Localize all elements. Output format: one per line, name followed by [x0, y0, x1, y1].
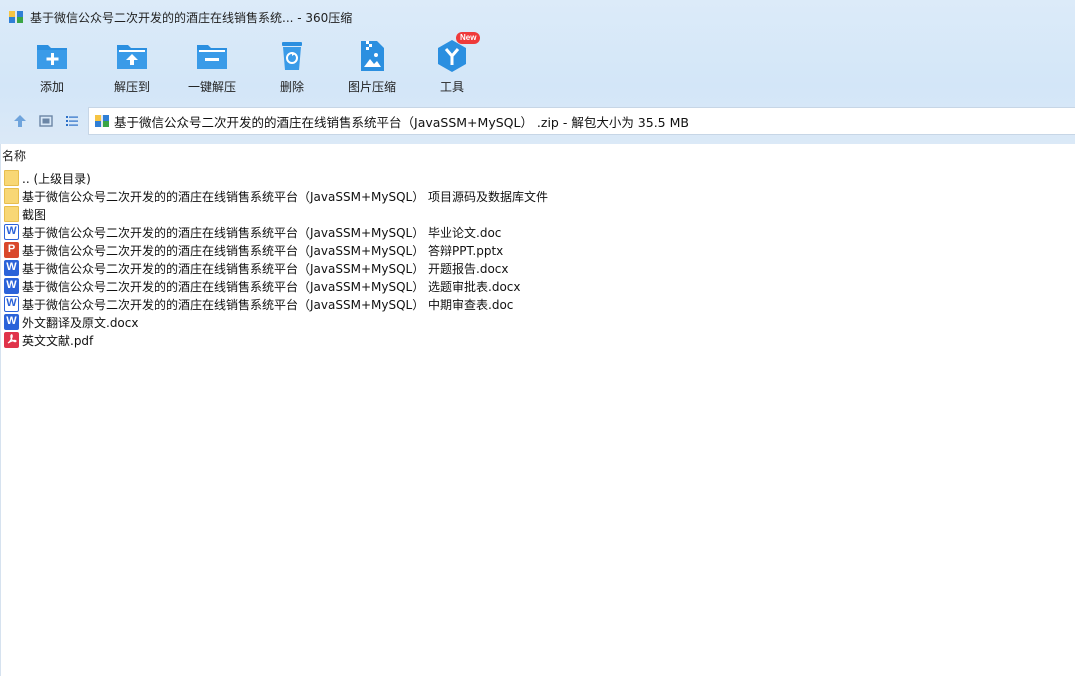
list-item[interactable]: W 基于微信公众号二次开发的的酒庄在线销售系统平台（JavaSSM+MySQL）… [4, 295, 548, 313]
address-bar[interactable]: 基于微信公众号二次开发的的酒庄在线销售系统平台（JavaSSM+MySQL） .… [88, 107, 1075, 135]
title-bar: 基于微信公众号二次开发的的酒庄在线销售系统... - 360压缩 [0, 0, 1075, 34]
add-button[interactable]: 添加 [12, 36, 92, 98]
folder-icon [4, 206, 19, 222]
word-doc-icon: W [4, 224, 19, 240]
one-click-extract-button[interactable]: 一键解压 [172, 36, 252, 98]
folder-add-icon [37, 45, 67, 69]
list-item[interactable]: W 外文翻译及原文.docx [4, 313, 548, 331]
list-item[interactable]: 英文文献.pdf [4, 331, 548, 349]
up-level-button[interactable] [11, 112, 29, 130]
list-item[interactable]: W 基于微信公众号二次开发的的酒庄在线销售系统平台（JavaSSM+MySQL）… [4, 223, 548, 241]
list-item[interactable]: .. (上级目录) [4, 169, 548, 187]
image-compress-icon [361, 41, 384, 71]
list-item[interactable]: P 基于微信公众号二次开发的的酒庄在线销售系统平台（JavaSSM+MySQL）… [4, 241, 548, 259]
word-docx-icon: W [4, 278, 19, 294]
file-name: .. (上级目录) [22, 171, 91, 186]
powerpoint-icon: P [4, 242, 19, 258]
thumbnail-view-button[interactable] [37, 112, 55, 130]
one-click-extract-label: 一键解压 [187, 80, 236, 94]
file-name: 基于微信公众号二次开发的的酒庄在线销售系统平台（JavaSSM+MySQL） 答… [22, 243, 504, 258]
file-name: 基于微信公众号二次开发的的酒庄在线销售系统平台（JavaSSM+MySQL） 项… [22, 189, 549, 204]
extract-to-button[interactable]: 解压到 [92, 36, 172, 98]
file-name: 基于微信公众号二次开发的的酒庄在线销售系统平台（JavaSSM+MySQL） 选… [22, 279, 521, 294]
delete-button[interactable]: 删除 [252, 36, 332, 98]
image-compress-button[interactable]: 图片压缩 [332, 36, 412, 98]
thumbnail-view-icon [39, 115, 53, 127]
name-column-header[interactable]: 名称 [2, 147, 26, 164]
tools-icon-wrap: New [434, 32, 481, 74]
delete-label: 删除 [279, 80, 304, 94]
window-title: 基于微信公众号二次开发的的酒庄在线销售系统... - 360压缩 [30, 10, 353, 25]
list-item[interactable]: 截图 [4, 205, 548, 223]
extract-to-label: 解压到 [113, 80, 150, 94]
navigation-row: 基于微信公众号二次开发的的酒庄在线销售系统平台（JavaSSM+MySQL） .… [0, 106, 1075, 136]
file-name: 英文文献.pdf [22, 333, 94, 348]
tools-label: 工具 [439, 80, 464, 94]
archive-path-text: 基于微信公众号二次开发的的酒庄在线销售系统平台（JavaSSM+MySQL） .… [114, 114, 689, 130]
file-name: 截图 [22, 207, 47, 222]
new-badge: New [456, 32, 481, 44]
folder-extract-icon [117, 45, 147, 69]
add-label: 添加 [39, 80, 64, 94]
file-list-panel: 名称 .. (上级目录) 基于微信公众号二次开发的的酒庄在线销售系统平台（Jav… [0, 144, 1075, 676]
image-compress-label: 图片压缩 [347, 80, 396, 94]
app-window: 基于微信公众号二次开发的的酒庄在线销售系统... - 360压缩 添加 解压到 … [0, 0, 1075, 676]
one-click-extract-icon [197, 45, 227, 69]
word-doc-icon: W [4, 296, 19, 312]
list-view-button[interactable] [63, 112, 81, 130]
file-name: 基于微信公众号二次开发的的酒庄在线销售系统平台（JavaSSM+MySQL） 毕… [22, 225, 502, 240]
word-docx-icon: W [4, 260, 19, 276]
folder-icon [4, 170, 19, 186]
list-item[interactable]: W 基于微信公众号二次开发的的酒庄在线销售系统平台（JavaSSM+MySQL）… [4, 259, 548, 277]
file-list: .. (上级目录) 基于微信公众号二次开发的的酒庄在线销售系统平台（JavaSS… [4, 169, 548, 349]
file-name: 基于微信公众号二次开发的的酒庄在线销售系统平台（JavaSSM+MySQL） 开… [22, 261, 509, 276]
tools-button[interactable]: New 工具 [412, 32, 492, 98]
list-item[interactable]: 基于微信公众号二次开发的的酒庄在线销售系统平台（JavaSSM+MySQL） 项… [4, 187, 548, 205]
zip-archive-icon [95, 115, 109, 127]
folder-icon [4, 188, 19, 204]
list-view-icon [66, 116, 78, 126]
top-area: 基于微信公众号二次开发的的酒庄在线销售系统... - 360压缩 添加 解压到 … [0, 0, 1075, 144]
recycle-bin-icon [282, 42, 302, 70]
archive-app-icon [9, 11, 23, 23]
toolbar: 添加 解压到 一键解压 删除 图片压缩 New 工具 [0, 32, 1075, 98]
list-item[interactable]: W 基于微信公众号二次开发的的酒庄在线销售系统平台（JavaSSM+MySQL）… [4, 277, 548, 295]
file-name: 基于微信公众号二次开发的的酒庄在线销售系统平台（JavaSSM+MySQL） 中… [22, 297, 514, 312]
word-docx-icon: W [4, 314, 19, 330]
pdf-icon [4, 332, 19, 348]
arrow-up-icon [14, 115, 26, 127]
file-name: 外文翻译及原文.docx [22, 315, 139, 330]
